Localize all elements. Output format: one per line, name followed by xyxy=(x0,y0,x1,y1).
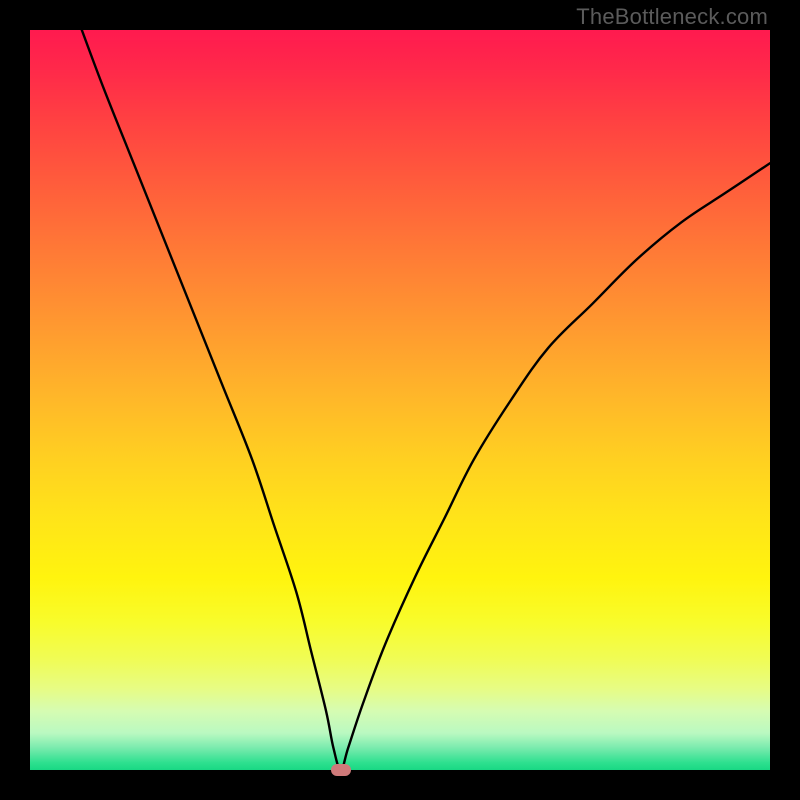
watermark-text: TheBottleneck.com xyxy=(576,4,768,30)
chart-frame: TheBottleneck.com xyxy=(0,0,800,800)
bottleneck-curve xyxy=(30,30,770,770)
optimal-point-marker xyxy=(331,764,351,776)
plot-area xyxy=(30,30,770,770)
